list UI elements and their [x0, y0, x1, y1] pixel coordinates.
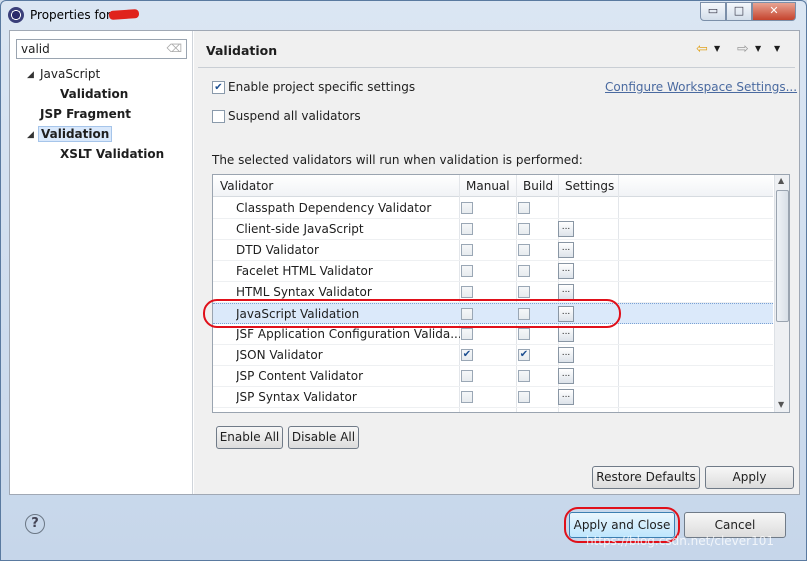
highlight-ring-javascript-validation: [203, 299, 621, 328]
build-checkbox[interactable]: [518, 223, 530, 235]
forward-dropdown-icon[interactable]: ▼: [755, 44, 761, 53]
column-manual[interactable]: Manual: [466, 179, 510, 193]
validator-name: JSP Syntax Validator: [236, 390, 357, 404]
table-row[interactable]: Facelet HTML Validator...: [213, 261, 773, 282]
manual-checkbox[interactable]: [461, 286, 473, 298]
forward-arrow-icon[interactable]: ⇨: [737, 41, 749, 57]
enable-project-checkbox[interactable]: ✔: [212, 81, 225, 94]
settings-button[interactable]: ...: [558, 368, 574, 384]
table-row[interactable]: JSON Validator ✔ ✔...: [213, 345, 773, 366]
redaction-mark: [108, 8, 140, 21]
back-dropdown-icon[interactable]: ▼: [714, 44, 720, 53]
validator-name: JSP Content Validator: [236, 369, 363, 383]
table-row[interactable]: Client-side JavaScript...: [213, 219, 773, 240]
table-scrollbar[interactable]: ▲ ▼: [774, 175, 789, 412]
build-checkbox[interactable]: [518, 370, 530, 382]
tree-item-validation[interactable]: Validation: [38, 126, 113, 142]
build-checkbox[interactable]: [518, 202, 530, 214]
column-validator[interactable]: Validator: [220, 179, 273, 193]
manual-checkbox[interactable]: [461, 391, 473, 403]
disable-all-button[interactable]: Disable All: [288, 426, 359, 449]
build-checkbox[interactable]: [518, 286, 530, 298]
table-row[interactable]: DTD Validator...: [213, 240, 773, 261]
build-checkbox[interactable]: [518, 265, 530, 277]
tree-item-javascript[interactable]: JavaScript: [40, 67, 100, 81]
table-header: Validator Manual Build Settings: [213, 175, 773, 197]
expand-validation-icon[interactable]: ◢: [27, 130, 34, 140]
maximize-button[interactable]: □: [726, 2, 752, 21]
build-checkbox[interactable]: [518, 244, 530, 256]
manual-checkbox[interactable]: [461, 328, 473, 340]
validators-description: The selected validators will run when va…: [212, 153, 583, 167]
title-divider: [198, 67, 795, 68]
settings-button[interactable]: ...: [558, 242, 574, 258]
manual-checkbox[interactable]: ✔: [461, 349, 473, 361]
scroll-up-icon[interactable]: ▲: [778, 176, 784, 185]
validator-name: HTML Syntax Validator: [236, 285, 372, 299]
tree-item-xslt-validation[interactable]: XSLT Validation: [60, 147, 164, 161]
enable-all-button[interactable]: Enable All: [216, 426, 283, 449]
filter-value: valid: [21, 42, 50, 56]
settings-button[interactable]: ...: [558, 221, 574, 237]
build-checkbox[interactable]: [518, 328, 530, 340]
tree-item-jsp-fragment[interactable]: JSP Fragment: [40, 107, 131, 121]
clear-filter-icon[interactable]: ⌫: [166, 42, 182, 55]
restore-defaults-button[interactable]: Restore Defaults: [592, 466, 700, 489]
settings-button[interactable]: ...: [558, 347, 574, 363]
apply-button[interactable]: Apply: [705, 466, 794, 489]
validator-name: JSON Validator: [236, 348, 323, 362]
manual-checkbox[interactable]: [461, 202, 473, 214]
validators-table: Validator Manual Build Settings Classpat…: [212, 174, 790, 413]
help-icon[interactable]: ?: [25, 514, 45, 534]
dialog-body: valid ⌫ ◢ JavaScript Validation JSP Frag…: [9, 30, 800, 495]
manual-checkbox[interactable]: [461, 223, 473, 235]
suspend-validators-checkbox[interactable]: [212, 110, 225, 123]
minimize-button[interactable]: ▭: [700, 2, 726, 21]
table-row[interactable]: JSP Syntax Validator...: [213, 387, 773, 408]
window-title: Properties for: [30, 8, 111, 22]
manual-checkbox[interactable]: [461, 265, 473, 277]
column-settings[interactable]: Settings: [565, 179, 614, 193]
properties-window: Properties for ▭ □ ✕ valid ⌫ ◢ JavaScrip…: [0, 0, 807, 561]
validator-name: Classpath Dependency Validator: [236, 201, 432, 215]
suspend-validators-label: Suspend all validators: [228, 109, 361, 123]
validator-name: DTD Validator: [236, 243, 319, 257]
expand-javascript-icon[interactable]: ◢: [27, 70, 34, 80]
validator-name: JSF Application Configuration Valida...: [236, 327, 460, 341]
scrollbar-thumb[interactable]: [776, 190, 789, 322]
settings-button[interactable]: ...: [558, 389, 574, 405]
table-row[interactable]: Classpath Dependency Validator: [213, 198, 773, 219]
page-title: Validation: [206, 43, 278, 58]
build-checkbox[interactable]: [518, 391, 530, 403]
title-bar[interactable]: Properties for ▭ □ ✕: [1, 1, 806, 29]
watermark: https://blog.csdn.net/clever101: [586, 534, 774, 548]
scroll-down-icon[interactable]: ▼: [778, 400, 784, 409]
eclipse-icon: [8, 7, 24, 23]
settings-button[interactable]: ...: [558, 284, 574, 300]
manual-checkbox[interactable]: [461, 244, 473, 256]
view-menu-icon[interactable]: ▼: [774, 44, 780, 53]
filter-input[interactable]: valid ⌫: [16, 39, 187, 59]
settings-button[interactable]: ...: [558, 263, 574, 279]
validator-name: Client-side JavaScript: [236, 222, 364, 236]
enable-project-label: Enable project specific settings: [228, 80, 416, 94]
back-arrow-icon[interactable]: ⇦: [696, 41, 708, 57]
configure-workspace-link[interactable]: Configure Workspace Settings...: [605, 80, 797, 94]
close-button[interactable]: ✕: [752, 2, 796, 21]
settings-button[interactable]: ...: [558, 326, 574, 342]
sidebar: valid ⌫ ◢ JavaScript Validation JSP Frag…: [10, 31, 193, 494]
validator-name: Facelet HTML Validator: [236, 264, 373, 278]
build-checkbox[interactable]: ✔: [518, 349, 530, 361]
validation-page: Validation ⇦ ▼ ⇨ ▼ ▼ ✔ Enable project sp…: [194, 31, 799, 494]
column-build[interactable]: Build: [523, 179, 553, 193]
tree-item-javascript-validation[interactable]: Validation: [60, 87, 128, 101]
manual-checkbox[interactable]: [461, 370, 473, 382]
table-row[interactable]: JSP Content Validator...: [213, 366, 773, 387]
